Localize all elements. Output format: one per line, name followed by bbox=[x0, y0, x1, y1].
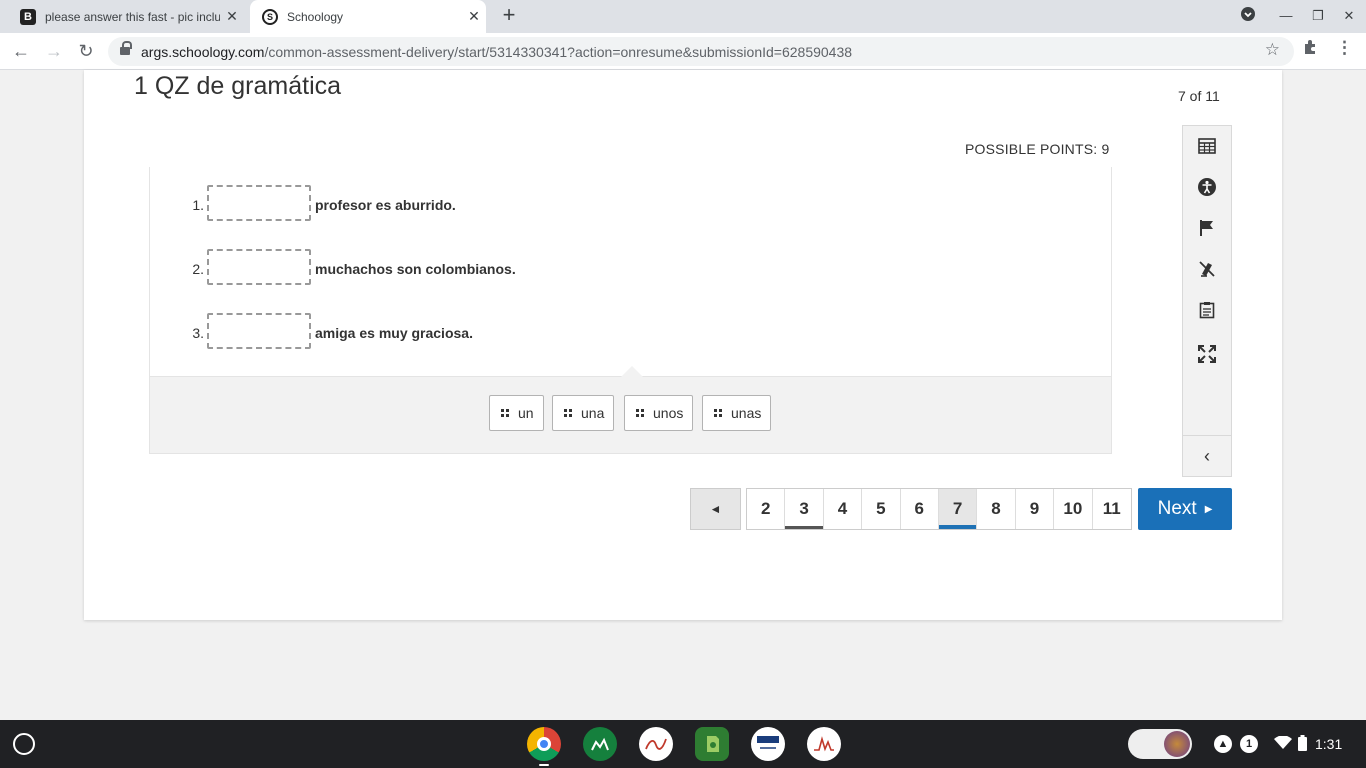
clock: 1:31 bbox=[1315, 736, 1343, 752]
tab-search-icon[interactable] bbox=[1239, 6, 1257, 25]
drag-handle-icon bbox=[564, 409, 572, 417]
current-page-button[interactable]: 7 bbox=[938, 489, 978, 529]
update-icon: ▲ bbox=[1214, 735, 1232, 753]
item-number: 3. bbox=[192, 325, 204, 341]
collapse-sidebar-icon[interactable]: ‹ bbox=[1183, 435, 1231, 476]
previous-page-button[interactable]: ◄ bbox=[690, 488, 741, 530]
word-chip-una[interactable]: una bbox=[552, 395, 615, 431]
word-chip-unas[interactable]: unas bbox=[702, 395, 772, 431]
chip-label: un bbox=[518, 405, 534, 421]
chart-app-icon[interactable] bbox=[807, 727, 841, 761]
page-button[interactable]: 2 bbox=[747, 489, 786, 529]
item-number: 1. bbox=[192, 197, 204, 213]
app-icon[interactable] bbox=[639, 727, 673, 761]
schoology-favicon-icon: S bbox=[262, 8, 278, 25]
page-button[interactable]: 10 bbox=[1054, 489, 1093, 529]
page-background: 1 QZ de gramática 7 of 11 POSSIBLE POINT… bbox=[0, 70, 1366, 720]
word-chip-unos[interactable]: unos bbox=[624, 395, 694, 431]
item-text: profesor es aburrido. bbox=[315, 197, 456, 213]
holding-space-icon[interactable] bbox=[1128, 729, 1192, 759]
tab-brainly[interactable]: B please answer this fast - pic included… bbox=[8, 0, 244, 33]
close-tab-icon[interactable]: ✕ bbox=[462, 8, 486, 25]
notepad-icon[interactable] bbox=[1183, 290, 1231, 330]
accessibility-icon[interactable] bbox=[1183, 167, 1231, 207]
tab-title: please answer this fast - pic included bbox=[45, 9, 220, 24]
tab-bar: B please answer this fast - pic included… bbox=[0, 0, 1366, 33]
minimize-icon[interactable]: — bbox=[1277, 8, 1295, 23]
question-item: 1. profesor es aburrido. bbox=[150, 185, 650, 221]
fullscreen-icon[interactable] bbox=[1183, 334, 1231, 374]
running-indicator bbox=[539, 764, 549, 766]
chip-label: una bbox=[581, 405, 605, 421]
item-text: muchachos son colombianos. bbox=[315, 261, 516, 277]
answer-drop-zone[interactable] bbox=[207, 249, 311, 285]
os-shelf: ▲ 1 1:31 bbox=[0, 720, 1366, 768]
word-bank: un una unos unas bbox=[150, 366, 1111, 453]
tab-title: Schoology bbox=[287, 9, 344, 24]
close-tab-icon[interactable]: ✕ bbox=[220, 8, 244, 25]
possible-points: POSSIBLE POINTS: 9 bbox=[965, 141, 1110, 157]
more-menu-icon[interactable]: ⋮ bbox=[1336, 38, 1353, 58]
question-progress: 7 of 11 bbox=[1178, 88, 1220, 104]
new-tab-icon[interactable]: + bbox=[498, 4, 520, 27]
bookmark-star-icon[interactable]: ☆ bbox=[1265, 40, 1280, 60]
page-button[interactable]: 4 bbox=[824, 489, 863, 529]
wifi-icon bbox=[1274, 734, 1292, 753]
next-button[interactable]: Next ▶ bbox=[1138, 488, 1232, 530]
no-highlight-icon[interactable] bbox=[1183, 249, 1231, 289]
question-item: 3. amiga es muy graciosa. bbox=[150, 313, 650, 349]
item-number: 2. bbox=[192, 261, 204, 277]
evernote-icon[interactable] bbox=[695, 727, 729, 761]
url-text[interactable]: args.schoology.com/common-assessment-del… bbox=[141, 44, 852, 60]
answer-drop-zone[interactable] bbox=[207, 313, 311, 349]
page-numbers: 2 3 4 5 6 7 8 9 10 11 bbox=[746, 488, 1132, 530]
classroom-icon[interactable] bbox=[583, 727, 617, 761]
reload-icon[interactable]: ↻ bbox=[74, 39, 98, 63]
status-tray[interactable]: ▲ 1 1:31 bbox=[1214, 720, 1342, 768]
word-chip-un[interactable]: un bbox=[489, 395, 544, 431]
page-title: 1 QZ de gramática bbox=[134, 72, 342, 100]
extensions-icon[interactable] bbox=[1302, 39, 1318, 60]
question-item: 2. muchachos son colombianos. bbox=[150, 249, 650, 285]
answer-drop-zone[interactable] bbox=[207, 185, 311, 221]
page-button[interactable]: 8 bbox=[977, 489, 1016, 529]
back-icon[interactable]: ← bbox=[9, 39, 33, 63]
close-window-icon[interactable]: ✕ bbox=[1340, 8, 1358, 24]
item-text: amiga es muy graciosa. bbox=[315, 325, 473, 341]
notification-count: 1 bbox=[1240, 735, 1258, 753]
drag-handle-icon bbox=[636, 409, 644, 417]
page-button[interactable]: 3 bbox=[785, 489, 824, 529]
page-button[interactable]: 11 bbox=[1093, 489, 1131, 529]
page-button[interactable]: 5 bbox=[862, 489, 901, 529]
address-bar[interactable]: args.schoology.com/common-assessment-del… bbox=[108, 37, 1294, 66]
drag-handle-icon bbox=[714, 409, 722, 417]
pearson-techbook-icon[interactable] bbox=[751, 727, 785, 761]
launcher-icon[interactable] bbox=[13, 733, 35, 755]
flag-icon[interactable] bbox=[1183, 208, 1231, 248]
tool-sidebar: ‹ bbox=[1182, 125, 1232, 477]
restore-icon[interactable]: ❐ bbox=[1309, 8, 1327, 24]
chrome-icon[interactable] bbox=[527, 727, 561, 761]
assessment-card: 1 QZ de gramática 7 of 11 POSSIBLE POINT… bbox=[84, 70, 1282, 620]
play-arrow-icon: ▶ bbox=[1204, 503, 1213, 515]
page-button[interactable]: 6 bbox=[901, 489, 939, 529]
lock-icon[interactable] bbox=[120, 41, 132, 57]
question-panel: 1. profesor es aburrido. 2. muchachos so… bbox=[149, 167, 1112, 454]
calculator-icon[interactable] bbox=[1183, 126, 1231, 166]
brainly-favicon-icon: B bbox=[20, 8, 36, 25]
battery-icon bbox=[1298, 734, 1307, 754]
page-button[interactable]: 9 bbox=[1016, 489, 1055, 529]
chip-label: unos bbox=[653, 405, 684, 421]
tab-schoology[interactable]: S Schoology ✕ bbox=[250, 0, 486, 33]
drag-handle-icon bbox=[501, 409, 509, 417]
chip-label: unas bbox=[731, 405, 762, 421]
browser-toolbar: ← → ↻ args.schoology.com/common-assessme… bbox=[0, 33, 1366, 70]
forward-icon[interactable]: → bbox=[42, 39, 66, 63]
